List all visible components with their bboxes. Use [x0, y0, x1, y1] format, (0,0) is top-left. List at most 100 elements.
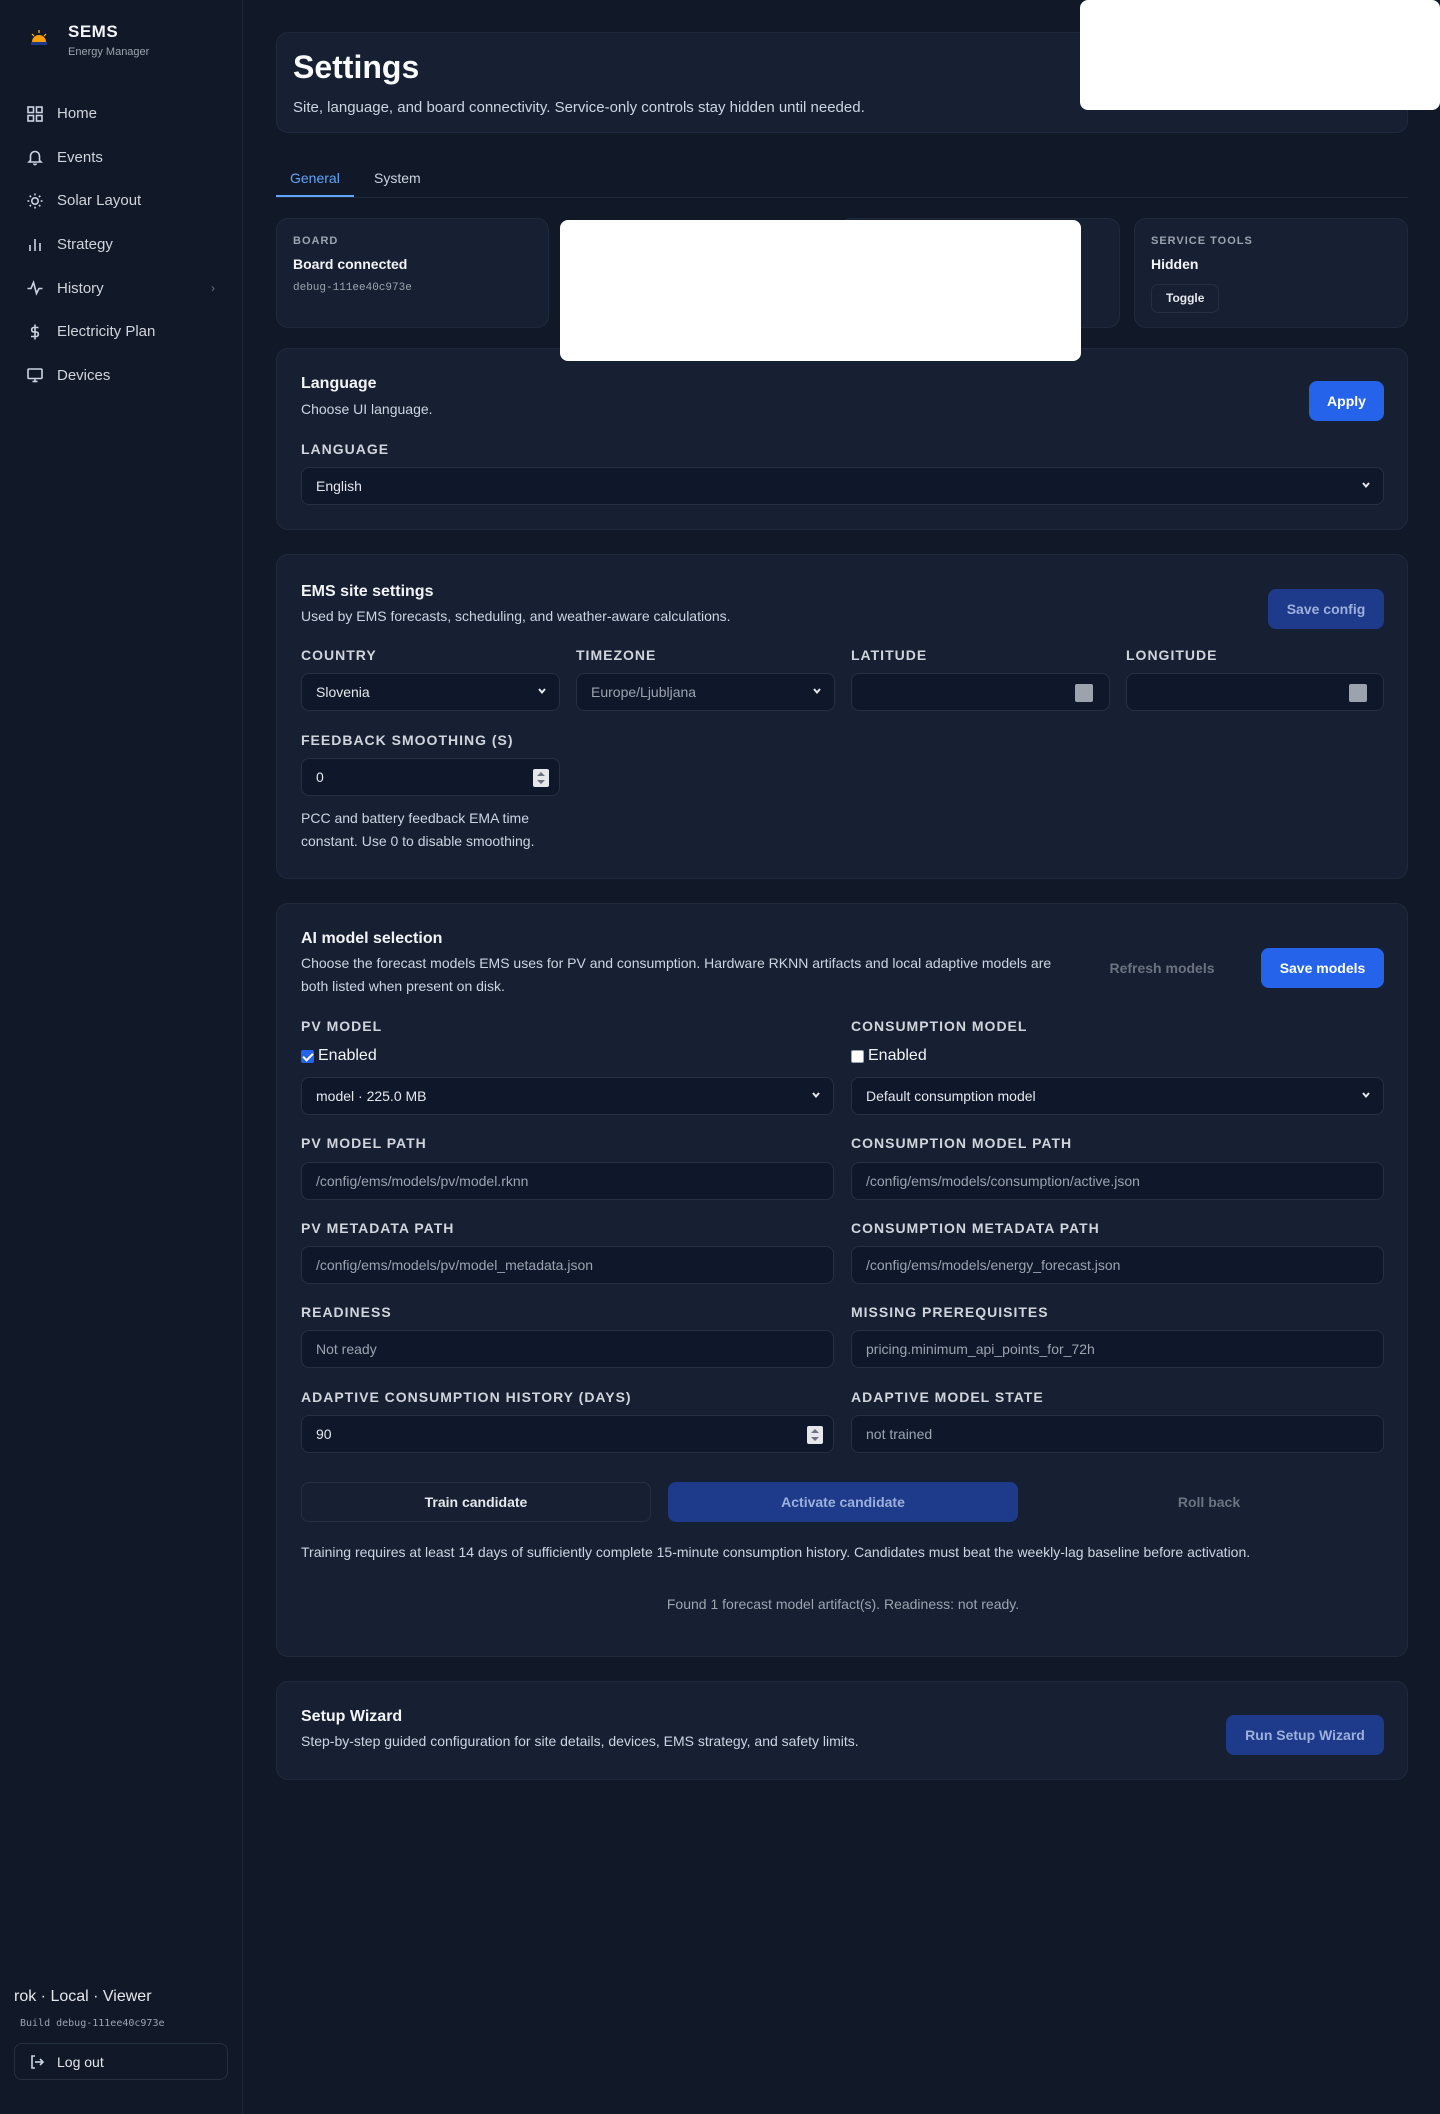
longitude-input[interactable] [1126, 673, 1384, 711]
consumption-model-path-field[interactable]: /config/ems/models/consumption/active.js… [851, 1162, 1384, 1200]
sidebar-item-label: Devices [57, 366, 111, 384]
sidebar-item-solar-layout[interactable]: Solar Layout [14, 179, 229, 223]
ai-description-line-2: both listed when present on disk. [301, 978, 505, 994]
checkbox-unchecked-icon[interactable] [851, 1049, 864, 1063]
sidebar-item-home[interactable]: Home [14, 92, 229, 136]
dollar-icon [30, 324, 40, 340]
tab-system[interactable]: System [360, 168, 435, 197]
latitude-input[interactable] [851, 673, 1110, 711]
consumption-model-value: Default consumption model [866, 1088, 1036, 1104]
wizard-title: Setup Wizard [301, 1708, 403, 1725]
sidebar-item-events[interactable]: Events [14, 136, 229, 180]
latitude-label: LATITUDE [851, 647, 928, 663]
chevron-down-icon [1362, 482, 1370, 489]
pv-enabled-checkbox[interactable]: Enabled [301, 1047, 377, 1065]
redacted-region [1080, 0, 1440, 110]
tab-general[interactable]: General [276, 168, 354, 197]
sun-icon [27, 193, 43, 209]
consumption-model-select[interactable]: Default consumption model [851, 1077, 1384, 1115]
consumption-enabled-checkbox[interactable]: Enabled [851, 1047, 927, 1065]
sidebar-item-electricity-plan[interactable]: Electricity Plan [14, 310, 229, 354]
chevron-down-icon [1362, 1092, 1370, 1099]
apply-button[interactable]: Apply [1309, 381, 1384, 421]
pv-model-select[interactable]: model · 225.0 MB [301, 1077, 834, 1115]
sidebar-item-label: Home [57, 105, 98, 123]
ems-description: Used by EMS forecasts, scheduling, and w… [301, 608, 731, 624]
consumption-model-path-label: CONSUMPTION MODEL PATH [851, 1135, 1073, 1151]
number-stepper-icon[interactable] [533, 769, 549, 787]
language-value: English [316, 478, 362, 494]
wizard-description: Step-by-step guided configuration for si… [301, 1733, 859, 1749]
bell-icon [27, 151, 43, 166]
feedback-smoothing-input[interactable]: 0 [301, 758, 560, 796]
location-picker-icon[interactable] [1075, 684, 1093, 702]
pv-metadata-path-field[interactable]: /config/ems/models/pv/model_metadata.jso… [301, 1246, 834, 1284]
sidebar-item-strategy[interactable]: Strategy [14, 223, 229, 267]
train-candidate-button[interactable]: Train candidate [301, 1482, 651, 1522]
redacted-region [560, 220, 1081, 361]
ai-description-line-1: Choose the forecast models EMS uses for … [301, 955, 1052, 971]
ems-title: EMS site settings [301, 583, 434, 600]
pv-enabled-label: Enabled [318, 1047, 377, 1064]
sidebar: SEMS Energy Manager Home Events Solar La… [0, 0, 243, 2114]
user-info: rok · Local · Viewer [14, 1988, 152, 2005]
grid-icon [27, 105, 43, 122]
consumption-metadata-path-field[interactable]: /config/ems/models/energy_forecast.json [851, 1246, 1384, 1284]
sidebar-item-devices[interactable]: Devices [14, 354, 229, 398]
missing-prerequisites-label: MISSING PREREQUISITES [851, 1304, 1049, 1320]
run-setup-wizard-button[interactable]: Run Setup Wizard [1226, 1715, 1384, 1755]
sidebar-item-history[interactable]: History › [14, 266, 229, 310]
board-status-card: BOARD Board connected debug-111ee40c973e [276, 218, 549, 328]
board-id: debug-111ee40c973e [293, 282, 412, 294]
language-select[interactable]: English [301, 467, 1384, 505]
training-note: Training requires at least 14 days of su… [301, 1544, 1251, 1560]
roll-back-button[interactable]: Roll back [1034, 1482, 1384, 1522]
setup-wizard-section: Setup Wizard Step-by-step guided configu… [276, 1681, 1408, 1780]
timezone-label: TIMEZONE [576, 647, 657, 663]
service-tools-status: Hidden [1151, 256, 1199, 272]
location-picker-icon[interactable] [1349, 684, 1367, 702]
language-title: Language [301, 375, 377, 392]
model-status-message: Found 1 forecast model artifact(s). Read… [666, 1596, 1020, 1612]
sidebar-item-label: Strategy [57, 236, 113, 254]
brand-subtitle: Energy Manager [68, 46, 150, 58]
save-models-button[interactable]: Save models [1261, 948, 1384, 988]
chevron-right-icon[interactable]: › [211, 281, 215, 295]
sidebar-item-label: Solar Layout [57, 192, 142, 210]
adaptive-history-input[interactable]: 90 [301, 1415, 834, 1453]
activate-candidate-button[interactable]: Activate candidate [668, 1482, 1018, 1522]
ai-title: AI model selection [301, 930, 443, 947]
brand: SEMS Energy Manager [28, 22, 149, 58]
sidebar-item-label: History [57, 279, 104, 297]
adaptive-history-label: ADAPTIVE CONSUMPTION HISTORY (DAYS) [301, 1389, 632, 1405]
country-select[interactable]: Slovenia [301, 673, 560, 711]
save-config-button[interactable]: Save config [1268, 589, 1384, 629]
service-tools-label: SERVICE TOOLS [1151, 235, 1253, 247]
logout-button[interactable]: Log out [14, 2043, 228, 2080]
readiness-field: Not ready [301, 1330, 834, 1368]
language-label: LANGUAGE [301, 441, 390, 457]
page-subtitle: Site, language, and board connectivity. … [293, 99, 865, 116]
pv-model-value: model · 225.0 MB [316, 1088, 427, 1104]
brand-title: SEMS [68, 22, 119, 41]
refresh-models-button[interactable]: Refresh models [1100, 948, 1224, 988]
pv-model-path-field[interactable]: /config/ems/models/pv/model.rknn [301, 1162, 834, 1200]
timezone-select[interactable]: Europe/Ljubljana [576, 673, 835, 711]
consumption-metadata-path-label: CONSUMPTION METADATA PATH [851, 1220, 1100, 1236]
ai-model-section: AI model selection Choose the forecast m… [276, 903, 1408, 1657]
chevron-down-icon [538, 688, 546, 695]
sidebar-item-label: Electricity Plan [57, 323, 156, 341]
checkbox-checked-icon[interactable] [301, 1049, 314, 1063]
language-description: Choose UI language. [301, 401, 433, 417]
bar-chart-icon [29, 238, 41, 251]
toggle-service-tools-button[interactable]: Toggle [1151, 284, 1220, 313]
country-value: Slovenia [316, 684, 370, 700]
pv-model-path-label: PV MODEL PATH [301, 1135, 427, 1151]
pv-metadata-path-label: PV METADATA PATH [301, 1220, 455, 1236]
number-stepper-icon[interactable] [807, 1426, 823, 1444]
sun-logo-icon [28, 28, 50, 50]
logout-icon [31, 2054, 45, 2069]
chevron-down-icon [813, 688, 821, 695]
sidebar-item-label: Events [57, 148, 103, 166]
adaptive-history-value: 90 [316, 1426, 332, 1442]
